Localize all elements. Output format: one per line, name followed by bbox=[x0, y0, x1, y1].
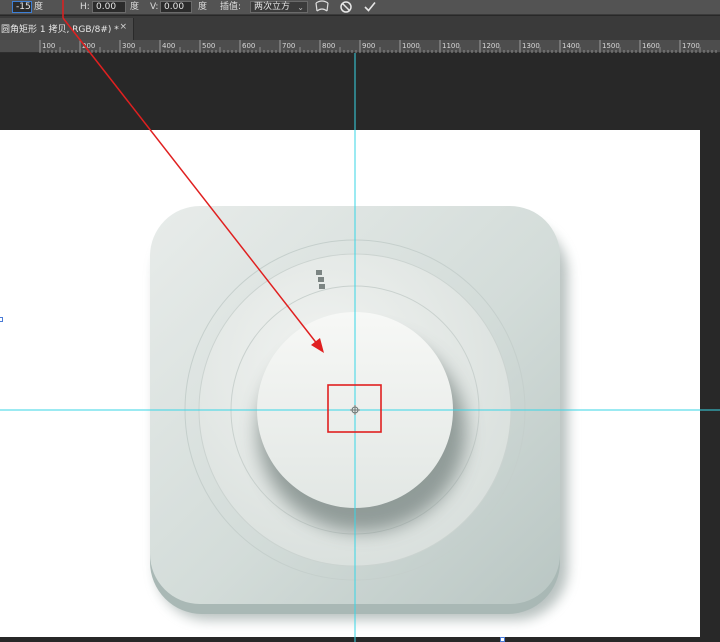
ruler-label: 100 bbox=[42, 42, 55, 50]
h-skew-label: H: bbox=[80, 2, 90, 12]
rotation-unit-label: 度 bbox=[34, 2, 44, 12]
ruler-label: 600 bbox=[242, 42, 255, 50]
ruler-label: 800 bbox=[322, 42, 335, 50]
interpolation-select[interactable]: 两次立方 ⌄ bbox=[250, 1, 308, 13]
ruler-label: 1500 bbox=[602, 42, 620, 50]
document-tab-title: 圆角矩形 1 拷贝, RGB/8#) * bbox=[1, 25, 119, 35]
h-skew-field[interactable]: 0.00 bbox=[92, 1, 126, 13]
transform-handle-left[interactable] bbox=[0, 317, 3, 322]
commit-transform-icon[interactable] bbox=[362, 0, 378, 14]
options-bar: -15 度 H: 0.00 度 V: 0.00 度 插值: 两次立方 ⌄ bbox=[0, 0, 720, 15]
warp-mode-icon[interactable] bbox=[314, 0, 330, 14]
document-tab-strip: 圆角矩形 1 拷贝, RGB/8#) * × bbox=[0, 16, 720, 40]
h-skew-unit-label: 度 bbox=[130, 2, 140, 12]
ruler-label: 300 bbox=[122, 42, 135, 50]
ruler-label: 1400 bbox=[562, 42, 580, 50]
rotation-angle-field[interactable]: -15 bbox=[12, 1, 32, 13]
ruler-label: 700 bbox=[282, 42, 295, 50]
interpolation-label: 插值: bbox=[220, 2, 242, 12]
horizontal-ruler[interactable]: 100 200 300 400 500 600 700 800 900 1000 1100 1200 1… bbox=[0, 40, 720, 53]
ruler-label: 1300 bbox=[522, 42, 540, 50]
v-skew-unit-label: 度 bbox=[198, 2, 208, 12]
ruler-label: 400 bbox=[162, 42, 175, 50]
cancel-transform-icon[interactable] bbox=[338, 0, 354, 14]
v-skew-label: V: bbox=[150, 2, 159, 12]
ruler-label: 1600 bbox=[642, 42, 660, 50]
ruler-ticks: 100 200 300 400 500 600 700 800 900 1000 1100 1200 1… bbox=[39, 40, 717, 53]
ruler-label: 1000 bbox=[402, 42, 420, 50]
ruler-label: 1200 bbox=[482, 42, 500, 50]
v-skew-field[interactable]: 0.00 bbox=[160, 1, 192, 13]
ruler-label: 1100 bbox=[442, 42, 460, 50]
close-icon[interactable]: × bbox=[119, 22, 127, 32]
ruler-label: 500 bbox=[202, 42, 215, 50]
ruler-label: 200 bbox=[82, 42, 95, 50]
interpolation-value: 两次立方 bbox=[254, 2, 291, 12]
chevron-down-icon: ⌄ bbox=[297, 3, 304, 12]
document-canvas[interactable] bbox=[0, 130, 700, 637]
ruler-label: 900 bbox=[362, 42, 375, 50]
transform-handle-bottom[interactable] bbox=[500, 637, 505, 642]
document-tab[interactable]: 圆角矩形 1 拷贝, RGB/8#) * × bbox=[0, 18, 134, 40]
ruler-label: 1700 bbox=[682, 42, 700, 50]
